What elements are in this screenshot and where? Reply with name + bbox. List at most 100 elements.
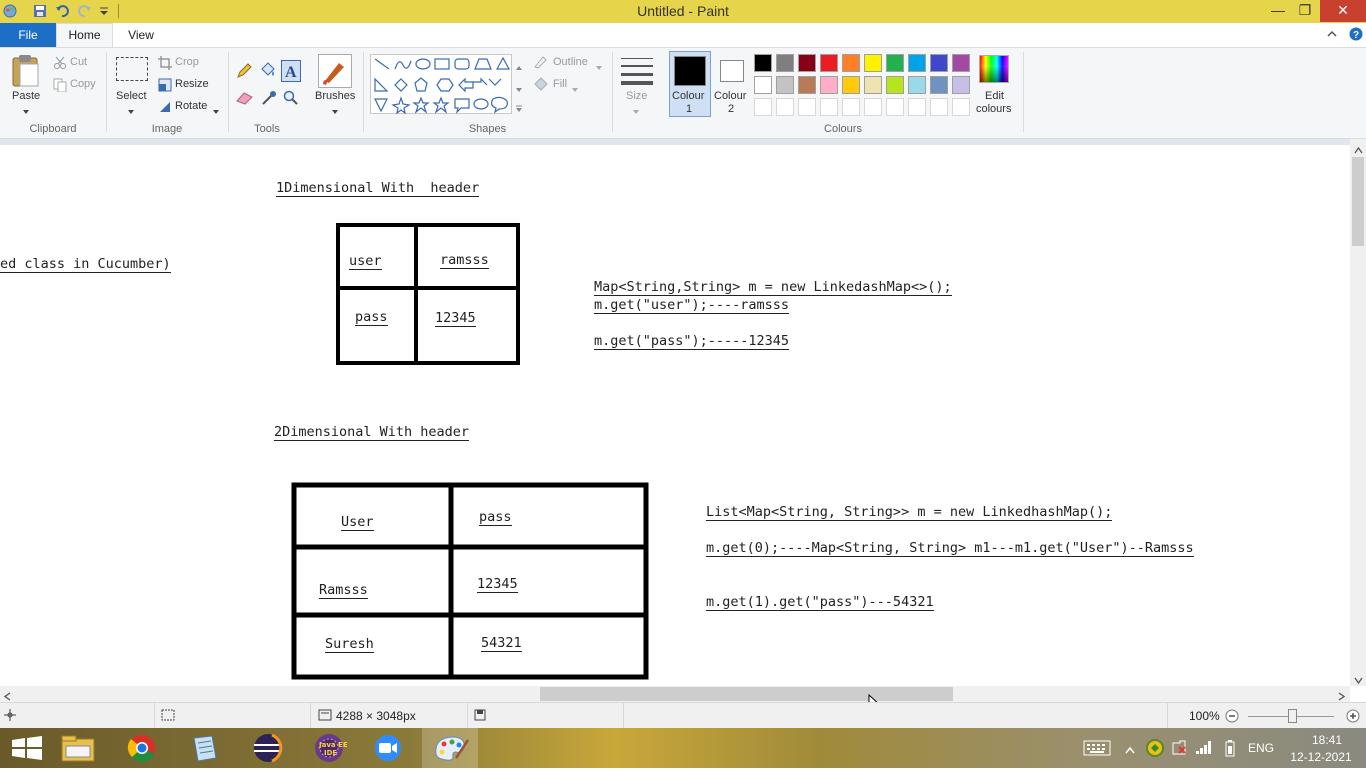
clock-time[interactable]: 18:41 <box>1303 733 1351 747</box>
palette-swatch[interactable] <box>930 54 948 72</box>
outline-icon[interactable] <box>533 55 549 72</box>
fill-bucket-icon[interactable] <box>259 62 277 81</box>
action-center-icon[interactable] <box>1170 739 1188 760</box>
show-hidden-icons-icon[interactable] <box>1125 743 1135 757</box>
paint-taskbar-icon[interactable] <box>422 728 478 768</box>
palette-swatch[interactable] <box>908 54 926 72</box>
tray-app-icon[interactable] <box>1146 739 1164 760</box>
palette-swatch[interactable] <box>864 76 882 94</box>
paste-button[interactable]: Paste <box>12 90 40 102</box>
palette-swatch[interactable] <box>798 54 816 72</box>
cut-button[interactable]: Cut <box>70 56 87 68</box>
palette-swatch[interactable] <box>886 76 904 94</box>
rotate-button[interactable]: Rotate <box>175 100 207 112</box>
horizontal-scrollbar[interactable] <box>0 686 1350 702</box>
palette-swatch[interactable] <box>952 76 970 94</box>
palette-swatch[interactable] <box>754 76 772 94</box>
shapes-scroll-down-icon[interactable] <box>515 82 523 96</box>
custom-colour-slot[interactable] <box>776 98 794 116</box>
collapse-ribbon-icon[interactable] <box>1326 28 1338 42</box>
colour-2-swatch[interactable] <box>720 60 744 82</box>
brushes-icon[interactable] <box>318 54 352 88</box>
drawing-canvas[interactable]: 1Dimensional With header ed class in Cuc… <box>0 145 1350 686</box>
zoom-slider-thumb[interactable] <box>1288 709 1297 723</box>
size-icon[interactable] <box>620 56 654 89</box>
minimize-button[interactable]: — <box>1263 0 1293 22</box>
select-dropdown-icon[interactable] <box>127 104 135 118</box>
custom-colour-slot[interactable] <box>930 98 948 116</box>
custom-colour-slot[interactable] <box>842 98 860 116</box>
rotate-dropdown-icon[interactable] <box>212 104 220 118</box>
help-icon[interactable]: ? <box>1349 27 1363 44</box>
close-button[interactable]: ✕ <box>1320 0 1366 22</box>
scroll-up-icon[interactable] <box>1354 143 1363 157</box>
scroll-down-icon[interactable] <box>1354 673 1363 687</box>
touch-keyboard-icon[interactable] <box>1083 740 1111 759</box>
palette-swatch[interactable] <box>842 54 860 72</box>
tab-view[interactable]: View <box>116 23 166 47</box>
copy-icon[interactable] <box>53 78 67 95</box>
outline-button[interactable]: Outline <box>553 56 588 68</box>
custom-colour-slot[interactable] <box>864 98 882 116</box>
java-ee-ide-icon[interactable]: Java EE IDE <box>301 728 357 768</box>
edit-colours-label[interactable]: Edit <box>985 90 1004 102</box>
start-button[interactable] <box>0 728 56 768</box>
size-dropdown-icon[interactable] <box>632 104 640 118</box>
custom-colour-slot[interactable] <box>886 98 904 116</box>
shapes-more-icon[interactable] <box>515 102 523 116</box>
fill-icon[interactable] <box>533 77 549 94</box>
resize-icon[interactable] <box>158 78 172 95</box>
rotate-icon[interactable] <box>158 100 172 117</box>
custom-colour-slot[interactable] <box>798 98 816 116</box>
crop-button[interactable]: Crop <box>175 56 199 68</box>
palette-swatch[interactable] <box>798 76 816 94</box>
fill-button[interactable]: Fill <box>553 78 567 90</box>
restore-button[interactable]: ❐ <box>1290 0 1320 22</box>
crop-icon[interactable] <box>158 56 172 73</box>
palette-swatch[interactable] <box>776 76 794 94</box>
edit-colours-icon[interactable] <box>979 55 1009 83</box>
pencil-icon[interactable] <box>236 63 252 82</box>
custom-colour-slot[interactable] <box>952 98 970 116</box>
input-language[interactable]: ENG <box>1248 741 1274 755</box>
color-picker-icon[interactable] <box>261 90 277 109</box>
palette-swatch[interactable] <box>886 54 904 72</box>
select-icon[interactable] <box>116 57 148 81</box>
text-tool-icon[interactable]: A <box>281 60 301 82</box>
cut-icon[interactable] <box>53 56 67 73</box>
magnifier-icon[interactable] <box>283 90 299 109</box>
palette-swatch[interactable] <box>820 76 838 94</box>
palette-swatch[interactable] <box>952 54 970 72</box>
vertical-scroll-thumb[interactable] <box>1352 157 1364 246</box>
brushes-dropdown-icon[interactable] <box>331 104 339 118</box>
palette-swatch[interactable] <box>930 76 948 94</box>
network-signal-icon[interactable] <box>1195 739 1213 758</box>
brushes-button[interactable]: Brushes <box>315 90 355 102</box>
vertical-scrollbar[interactable] <box>1350 139 1366 686</box>
custom-colour-slot[interactable] <box>908 98 926 116</box>
eclipse-icon[interactable] <box>240 728 296 768</box>
paste-dropdown-icon[interactable] <box>22 104 30 118</box>
palette-swatch[interactable] <box>908 76 926 94</box>
battery-icon[interactable] <box>1224 739 1236 760</box>
eraser-icon[interactable] <box>236 91 254 108</box>
palette-swatch[interactable] <box>754 54 772 72</box>
shapes-scroll-up-icon[interactable] <box>515 60 523 74</box>
palette-swatch[interactable] <box>864 54 882 72</box>
custom-colour-slot[interactable] <box>754 98 772 116</box>
outline-dropdown-icon[interactable] <box>595 60 603 74</box>
zoom-out-icon[interactable] <box>1225 709 1239 726</box>
clock-date[interactable]: 12-12-2021 <box>1287 750 1355 764</box>
resize-button[interactable]: Resize <box>175 78 209 90</box>
size-button[interactable]: Size <box>626 90 647 102</box>
horizontal-scroll-thumb[interactable] <box>540 687 953 701</box>
fill-dropdown-icon[interactable] <box>571 82 579 96</box>
chrome-icon[interactable] <box>114 728 170 768</box>
edit-colours-label-line2[interactable]: colours <box>976 103 1011 115</box>
palette-swatch[interactable] <box>820 54 838 72</box>
copy-button[interactable]: Copy <box>70 78 96 90</box>
palette-swatch[interactable] <box>842 76 860 94</box>
tab-home[interactable]: Home <box>56 23 113 48</box>
file-explorer-icon[interactable] <box>50 728 106 768</box>
notepad-icon[interactable] <box>176 728 232 768</box>
